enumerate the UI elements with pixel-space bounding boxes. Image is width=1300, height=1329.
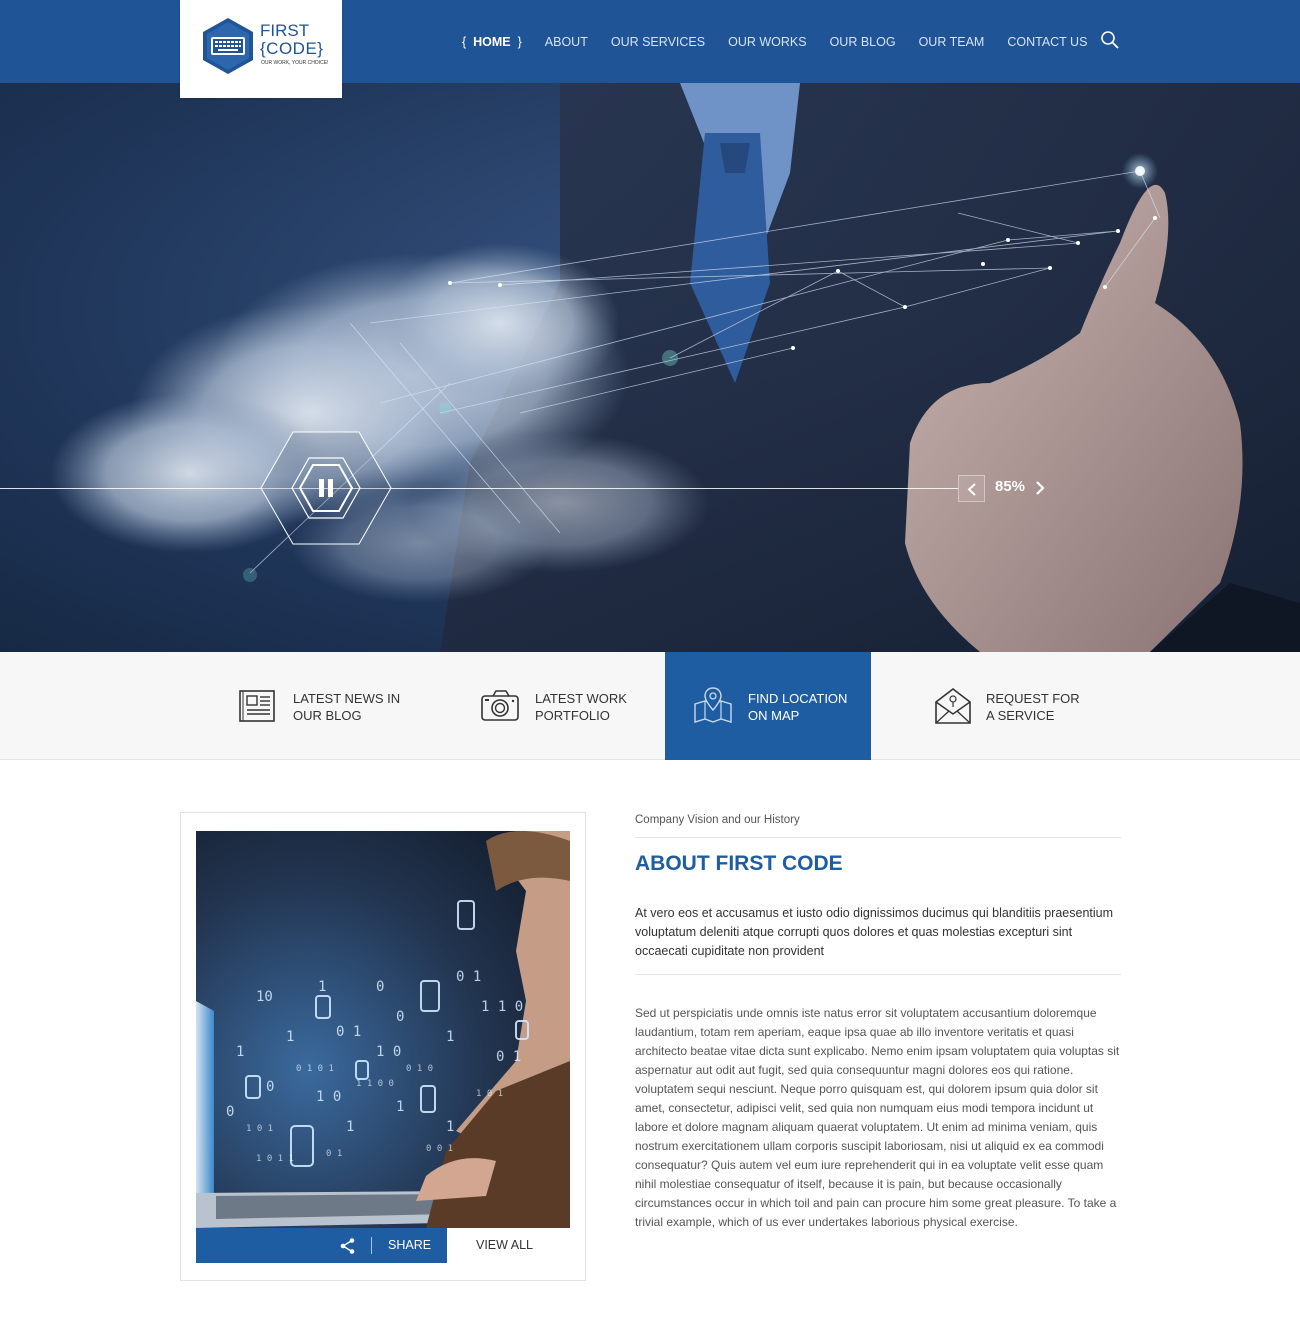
feature-latest-work[interactable]: LATEST WORK PORTFOLIO <box>422 652 665 760</box>
svg-text:1: 1 <box>286 1029 294 1045</box>
nav-item-our-works[interactable]: OUR WORKS <box>728 35 806 49</box>
photo-card: 1 10 0 110 1 11 01 1 0 01 01 0 10 10 011 0… <box>180 812 586 1281</box>
envelope-icon <box>935 687 971 724</box>
feature-label: FIND LOCATION ON MAP <box>748 691 848 723</box>
svg-text:0: 0 <box>396 1009 404 1025</box>
nav-item-home[interactable]: { HOME } <box>462 35 522 49</box>
about-section: Company Vision and our History ABOUT FIR… <box>635 812 1121 1232</box>
svg-text:1 0 1: 1 0 1 <box>476 1089 503 1099</box>
share-icon <box>340 1238 355 1254</box>
svg-text:0 1: 0 1 <box>456 969 481 985</box>
share-separator <box>371 1237 372 1254</box>
svg-text:1: 1 <box>346 1119 354 1135</box>
svg-text:0 1 0 1: 0 1 0 1 <box>296 1064 334 1074</box>
progress-percentage: 85% <box>995 478 1026 495</box>
svg-text:0 1: 0 1 <box>336 1024 361 1040</box>
svg-text:1 0: 1 0 <box>316 1089 341 1105</box>
newspaper-icon <box>239 690 275 722</box>
nav-item-our-blog[interactable]: OUR BLOG <box>830 35 896 49</box>
camera-icon <box>481 690 519 721</box>
body-paragraph: Sed ut perspiciatis unde omnis iste natu… <box>635 1006 1120 1229</box>
feature-find-location[interactable]: FIND LOCATION ON MAP <box>665 652 871 760</box>
feature-strip: LATEST NEWS IN OUR BLOG LATEST WORK PORT… <box>0 652 1300 760</box>
hero-background-image <box>50 83 1300 652</box>
svg-text:0: 0 <box>226 1104 234 1120</box>
svg-text:1 1 0 0: 1 1 0 0 <box>356 1079 394 1089</box>
main-nav: { HOME } ABOUT OUR SERVICES OUR WORKS OU… <box>462 33 1110 51</box>
svg-text:0 0 1: 0 0 1 <box>426 1144 453 1154</box>
svg-text:10: 10 <box>256 989 273 1005</box>
logo-name-line2: {CODE} <box>260 39 324 58</box>
pause-icon <box>260 431 392 545</box>
feature-label: LATEST WORK PORTFOLIO <box>535 691 627 723</box>
chevron-right-icon[interactable] <box>1030 478 1050 498</box>
svg-text:0 1: 0 1 <box>326 1149 342 1159</box>
svg-text:1 0 1 1: 1 0 1 1 <box>256 1154 294 1164</box>
keyboard-hexagon-icon <box>203 18 253 74</box>
share-button[interactable]: SHARE <box>196 1228 447 1263</box>
divider <box>635 837 1121 838</box>
svg-text:1: 1 <box>446 1029 454 1045</box>
svg-text:0: 0 <box>266 1079 274 1095</box>
svg-text:1: 1 <box>318 979 326 995</box>
chevron-left-icon[interactable] <box>958 475 985 502</box>
logo-tagline: OUR WORK, YOUR CHOICE! <box>261 60 329 66</box>
view-all-link[interactable]: VIEW ALL <box>476 1238 533 1252</box>
logo[interactable]: FIRST {CODE} OUR WORK, YOUR CHOICE! <box>180 0 342 98</box>
section-heading: ABOUT FIRST CODE <box>635 852 843 875</box>
feature-request-service[interactable]: REQUEST FOR A SERVICE <box>871 652 1120 760</box>
nav-item-contact-us[interactable]: CONTACT US <box>1007 35 1087 49</box>
hero-slider: 85% <box>0 83 1300 652</box>
nav-item-about[interactable]: ABOUT <box>545 35 588 49</box>
svg-text:1: 1 <box>446 1119 454 1135</box>
svg-text:1 1 0: 1 1 0 <box>481 999 523 1015</box>
coder-photo: 1 10 0 110 1 11 01 1 0 01 01 0 10 10 011 0… <box>196 831 570 1228</box>
feature-label: LATEST NEWS IN OUR BLOG <box>293 691 401 723</box>
svg-text:1: 1 <box>236 1044 244 1060</box>
feature-latest-news[interactable]: LATEST NEWS IN OUR BLOG <box>180 652 422 760</box>
pause-button[interactable] <box>260 430 392 546</box>
svg-text:0: 0 <box>376 979 384 995</box>
map-pin-icon <box>694 687 732 723</box>
nav-item-our-team[interactable]: OUR TEAM <box>919 35 985 49</box>
logo-name-line1: FIRST <box>260 21 310 40</box>
share-label: SHARE <box>388 1238 432 1252</box>
svg-text:0 1 0: 0 1 0 <box>406 1064 433 1074</box>
section-eyebrow: Company Vision and our History <box>635 814 800 826</box>
lead-paragraph: At vero eos et accusamus et iusto odio d… <box>635 906 1114 958</box>
svg-text:1 0 1: 1 0 1 <box>246 1124 273 1134</box>
feature-label: REQUEST FOR A SERVICE <box>986 691 1080 723</box>
svg-text:1: 1 <box>396 1099 404 1115</box>
svg-text:1 0: 1 0 <box>376 1044 401 1060</box>
divider <box>635 974 1121 975</box>
svg-text:0 1: 0 1 <box>496 1049 521 1065</box>
nav-item-our-services[interactable]: OUR SERVICES <box>611 35 705 49</box>
slider-progress-line <box>0 488 958 489</box>
search-icon[interactable] <box>1100 30 1120 50</box>
